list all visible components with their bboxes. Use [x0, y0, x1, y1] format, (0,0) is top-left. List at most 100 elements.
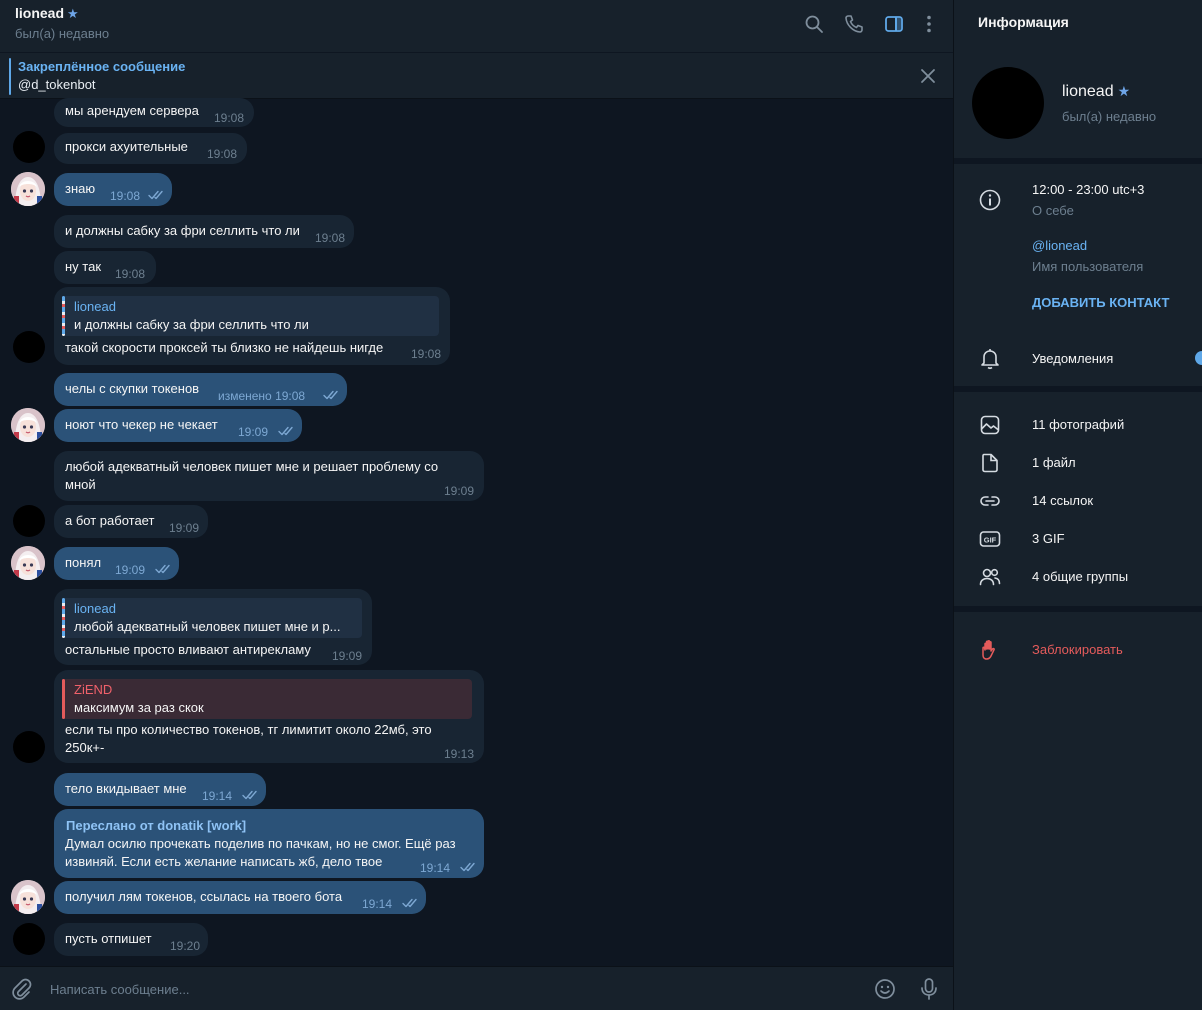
forwarded-from[interactable]: Переслано от donatik [work] — [66, 817, 246, 835]
message-bubble[interactable]: пусть отпишет 19:20 — [54, 923, 208, 956]
divider — [954, 386, 1202, 392]
read-receipt-icon — [278, 426, 296, 436]
read-receipt-icon — [148, 190, 166, 200]
message-text: пусть отпишет — [65, 931, 152, 946]
reply-text: любой адекватный человек пишет мне и р..… — [74, 619, 341, 634]
message-text: Думал осилю прочекать поделив по пачкам,… — [65, 836, 456, 851]
bell-icon — [978, 346, 1002, 370]
profile-status: был(а) недавно — [1062, 109, 1157, 124]
sidebar-toggle-icon[interactable] — [883, 13, 905, 35]
reply-quote[interactable]: ZiEND максимум за раз скок — [62, 679, 472, 719]
message-bubble[interactable]: ZiEND максимум за раз скок если ты про к… — [54, 670, 484, 763]
message-text: если ты про количество токенов, тг лимит… — [65, 722, 432, 737]
message-bubble[interactable]: тело вкидывает мне 19:14 — [54, 773, 266, 806]
message-time: 19:09 — [444, 484, 475, 498]
profile-avatar[interactable] — [972, 67, 1044, 139]
block-user-button[interactable]: Заблокировать — [1032, 642, 1123, 657]
message-text: тело вкидывает мне — [65, 781, 187, 796]
add-contact-button[interactable]: ДОБАВИТЬ КОНТАКТ — [1032, 295, 1169, 310]
block-hand-icon — [978, 638, 1002, 662]
avatar[interactable] — [11, 172, 45, 206]
avatar[interactable] — [11, 880, 45, 914]
close-icon[interactable] — [919, 67, 937, 85]
reply-author: ZiEND — [74, 682, 113, 697]
attach-icon[interactable] — [10, 977, 34, 1001]
message-text: прокси ахуительные — [65, 139, 188, 154]
premium-star-icon: ★ — [67, 6, 79, 21]
bio-value[interactable]: 12:00 - 23:00 utc+3 — [1032, 182, 1144, 197]
svg-text:GIF: GIF — [984, 536, 997, 545]
read-receipt-icon — [242, 790, 260, 800]
reply-author: lionead — [74, 601, 116, 616]
avatar[interactable] — [11, 546, 45, 580]
message-text: получил лям токенов, ссылась на твоего б… — [65, 889, 343, 904]
message-input[interactable] — [50, 979, 850, 999]
avatar[interactable] — [13, 331, 45, 363]
message-bubble[interactable]: Переслано от donatik [work] Думал осилю … — [54, 809, 484, 878]
gifs-link[interactable]: 3 GIF — [1032, 531, 1065, 546]
groups-icon — [978, 565, 1002, 589]
reply-accent-bar — [62, 679, 65, 719]
link-icon — [978, 489, 1002, 513]
username-value[interactable]: @lionead — [1032, 238, 1087, 253]
message-bubble[interactable]: прокси ахуительные 19:08 — [54, 133, 247, 164]
common-groups-link[interactable]: 4 общие группы — [1032, 569, 1128, 584]
gif-icon: GIF — [978, 527, 1002, 551]
message-text: такой скорости проксей ты близко не найд… — [65, 340, 384, 355]
links-link[interactable]: 14 ссылок — [1032, 493, 1093, 508]
message-time: 19:08 — [411, 347, 442, 361]
reply-author: lionead — [74, 299, 116, 314]
message-bubble[interactable]: и должны сабку за фри селлить что ли 19:… — [54, 215, 354, 248]
avatar[interactable] — [11, 408, 45, 442]
message-bubble[interactable]: мы арендуем сервера 19:08 — [54, 98, 254, 127]
pinned-title: Закреплённое сообщение — [18, 59, 186, 74]
emoji-icon[interactable] — [873, 977, 897, 1001]
photos-link[interactable]: 11 фотографий — [1032, 417, 1124, 432]
more-menu-icon[interactable] — [918, 13, 940, 35]
message-bubble[interactable]: ноют что чекер не чекает 19:09 — [54, 409, 302, 442]
reply-accent-bar — [62, 296, 65, 336]
message-time: 19:08 — [315, 231, 346, 245]
chat-title[interactable]: lionead ★ — [15, 5, 79, 22]
chat-header[interactable]: lionead ★ был(а) недавно — [0, 0, 953, 52]
pinned-message[interactable]: Закреплённое сообщение @d_tokenbot — [0, 52, 953, 99]
profile-name: lionead ★ — [1062, 83, 1131, 100]
message-bubble[interactable]: челы с скупки токенов изменено 19:08 — [54, 373, 347, 406]
divider — [954, 158, 1202, 164]
message-bubble[interactable]: lionead любой адекватный человек пишет м… — [54, 589, 372, 665]
reply-quote[interactable]: lionead любой адекватный человек пишет м… — [62, 598, 362, 638]
message-bubble[interactable]: а бот работает 19:09 — [54, 505, 208, 538]
info-icon — [978, 188, 1002, 212]
chat-panel: lionead ★ был(а) недавно Закреплённое соо… — [0, 0, 953, 1010]
message-text: ну так — [65, 259, 102, 274]
message-bubble[interactable]: понял 19:09 — [54, 547, 179, 580]
phone-icon[interactable] — [843, 13, 865, 35]
message-bubble[interactable]: любой адекватный человек пишет мне и реш… — [54, 451, 484, 501]
microphone-icon[interactable] — [918, 977, 940, 1001]
message-time: 19:14 — [362, 897, 393, 911]
message-bubble[interactable]: знаю 19:08 — [54, 173, 172, 206]
pinned-accent-bar — [9, 58, 11, 95]
read-receipt-icon — [155, 564, 173, 574]
avatar[interactable] — [13, 731, 45, 763]
search-icon[interactable] — [803, 13, 825, 35]
avatar[interactable] — [13, 923, 45, 955]
pinned-text: @d_tokenbot — [18, 77, 96, 92]
notifications-label[interactable]: Уведомления — [1032, 351, 1113, 366]
info-panel: Информация lionead ★ был(а) недавно 12:00… — [953, 0, 1202, 1010]
read-receipt-icon — [402, 898, 420, 908]
message-text: любой адекватный человек пишет мне и реш… — [65, 459, 439, 474]
avatar[interactable] — [13, 505, 45, 537]
info-title: Информация — [978, 14, 1069, 30]
message-bubble[interactable]: получил лям токенов, ссылась на твоего б… — [54, 881, 426, 914]
message-bubble[interactable]: ну так 19:08 — [54, 251, 156, 284]
message-time: 19:09 — [238, 425, 269, 439]
avatar[interactable] — [13, 131, 45, 163]
files-link[interactable]: 1 файл — [1032, 455, 1076, 470]
notifications-toggle[interactable] — [1195, 351, 1202, 365]
message-bubble[interactable]: lionead и должны сабку за фри селлить чт… — [54, 287, 450, 365]
divider — [954, 606, 1202, 612]
reply-quote[interactable]: lionead и должны сабку за фри селлить чт… — [62, 296, 439, 336]
message-text: а бот работает — [65, 513, 155, 528]
message-text: понял — [65, 555, 102, 570]
